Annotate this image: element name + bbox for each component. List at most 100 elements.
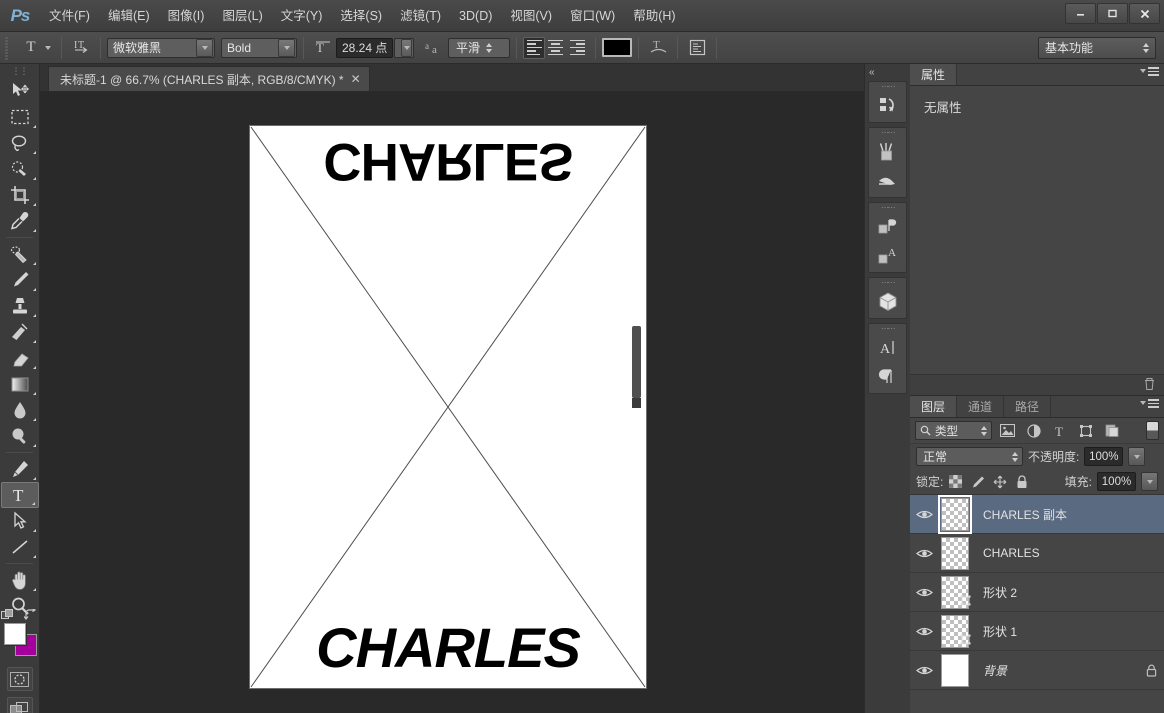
chevron-down-icon[interactable] bbox=[401, 38, 412, 57]
menu-3d[interactable]: 3D(D) bbox=[450, 0, 501, 32]
font-family-select[interactable]: 微软雅黑 bbox=[107, 37, 215, 58]
blend-mode-select[interactable]: 正常 bbox=[916, 447, 1023, 466]
lock-image-pixels-button[interactable] bbox=[970, 474, 985, 489]
foreground-color-swatch[interactable] bbox=[3, 623, 26, 645]
opacity-dropdown[interactable] bbox=[1128, 447, 1146, 466]
filter-adjustment-layers-button[interactable] bbox=[1023, 421, 1044, 441]
spot-healing-brush-tool[interactable] bbox=[1, 241, 39, 267]
menu-select[interactable]: 选择(S) bbox=[331, 0, 391, 32]
layer-comps-icon[interactable] bbox=[870, 212, 906, 241]
filter-shape-layers-button[interactable] bbox=[1075, 421, 1096, 441]
filter-smart-objects-button[interactable] bbox=[1101, 421, 1122, 441]
layer-row[interactable]: 背景 bbox=[910, 651, 1164, 690]
opacity-input[interactable]: 100% bbox=[1084, 447, 1124, 466]
screen-mode-button[interactable] bbox=[6, 697, 33, 713]
warp-text-button[interactable]: T bbox=[645, 36, 671, 60]
options-bar-grip[interactable] bbox=[2, 35, 11, 60]
maximize-button[interactable] bbox=[1097, 3, 1128, 24]
layer-thumbnail-wrap[interactable] bbox=[936, 653, 974, 687]
layer-thumbnail-wrap[interactable] bbox=[936, 494, 974, 534]
layer-visibility-toggle[interactable] bbox=[912, 665, 936, 676]
align-right-button[interactable] bbox=[567, 37, 589, 59]
chevron-down-icon[interactable] bbox=[196, 38, 213, 57]
tab-paths[interactable]: 路径 bbox=[1004, 396, 1052, 417]
layer-name[interactable]: 形状 2 bbox=[974, 584, 1164, 601]
artboard[interactable]: CHARLES CHARLES bbox=[250, 126, 646, 688]
horizontal-type-tool[interactable]: T bbox=[0, 482, 39, 508]
font-size-dropdown[interactable] bbox=[394, 37, 414, 58]
lasso-tool[interactable] bbox=[1, 130, 39, 156]
blur-tool[interactable] bbox=[1, 397, 39, 423]
menu-view[interactable]: 视图(V) bbox=[501, 0, 561, 32]
delete-icon[interactable] bbox=[1143, 377, 1156, 394]
chevron-down-icon[interactable] bbox=[278, 38, 295, 57]
menu-window[interactable]: 窗口(W) bbox=[561, 0, 624, 32]
tool-preset-picker[interactable]: T bbox=[15, 36, 55, 60]
eraser-tool[interactable] bbox=[1, 345, 39, 371]
layer-name[interactable]: 背景 bbox=[974, 662, 1138, 679]
eyedropper-tool[interactable] bbox=[1, 208, 39, 234]
paragraph-panel-icon[interactable] bbox=[870, 362, 906, 391]
rectangular-marquee-tool[interactable] bbox=[1, 104, 39, 130]
menu-file[interactable]: 文件(F) bbox=[40, 0, 99, 32]
swap-colors-icon[interactable] bbox=[23, 607, 37, 624]
layer-filter-type-select[interactable]: 类型 bbox=[915, 421, 992, 440]
dock-grip[interactable]: ⋯⋯ bbox=[869, 324, 906, 333]
stepper-arrows[interactable] bbox=[981, 425, 987, 436]
expand-panels-button[interactable]: « bbox=[865, 64, 910, 81]
brush-tool[interactable] bbox=[1, 267, 39, 293]
text-color-swatch[interactable] bbox=[602, 38, 632, 57]
dock-grip[interactable]: ⋯⋯ bbox=[869, 82, 906, 91]
line-tool[interactable] bbox=[1, 534, 39, 560]
layer-visibility-toggle[interactable] bbox=[912, 548, 936, 559]
menu-image[interactable]: 图像(I) bbox=[159, 0, 214, 32]
fill-input[interactable]: 100% bbox=[1097, 472, 1136, 491]
tab-properties[interactable]: 属性 bbox=[910, 64, 958, 85]
move-tool[interactable] bbox=[1, 78, 39, 104]
toggle-text-orientation-button[interactable]: I T bbox=[68, 36, 94, 60]
3d-icon[interactable] bbox=[870, 287, 906, 316]
document-tab[interactable]: 未标题-1 @ 66.7% (CHARLES 副本, RGB/8/CMYK) *… bbox=[48, 66, 370, 91]
dodge-tool[interactable] bbox=[1, 423, 39, 449]
close-icon[interactable]: ✕ bbox=[351, 73, 361, 85]
path-selection-tool[interactable] bbox=[1, 508, 39, 534]
history-icon[interactable] bbox=[870, 91, 906, 120]
canvas-scrollbar[interactable] bbox=[632, 326, 641, 398]
clone-stamp-tool[interactable] bbox=[1, 293, 39, 319]
pen-tool[interactable] bbox=[1, 456, 39, 482]
menu-layer[interactable]: 图层(L) bbox=[213, 0, 271, 32]
layer-thumbnail-wrap[interactable] bbox=[936, 575, 974, 609]
text-layer-charles-copy[interactable]: CHARLES bbox=[250, 131, 646, 192]
layer-row[interactable]: 形状 2 bbox=[910, 573, 1164, 612]
quick-selection-tool[interactable] bbox=[1, 156, 39, 182]
stepper-arrows[interactable] bbox=[1143, 42, 1149, 53]
layer-name[interactable]: CHARLES 副本 bbox=[974, 506, 1164, 523]
brush-presets-icon[interactable] bbox=[870, 137, 906, 166]
align-left-button[interactable] bbox=[523, 36, 545, 59]
chevron-down-icon[interactable] bbox=[45, 45, 51, 50]
canvas-area[interactable]: CHARLES CHARLES bbox=[40, 92, 864, 713]
lock-position-button[interactable] bbox=[992, 474, 1007, 489]
menu-help[interactable]: 帮助(H) bbox=[624, 0, 684, 32]
properties-panel-menu-button[interactable] bbox=[1140, 67, 1159, 76]
layers-panel-menu-button[interactable] bbox=[1140, 399, 1159, 408]
text-layer-charles[interactable]: CHARLES bbox=[250, 615, 646, 680]
lock-transparent-pixels-button[interactable] bbox=[948, 474, 963, 489]
menu-filter[interactable]: 滤镜(T) bbox=[391, 0, 450, 32]
dock-grip[interactable]: ⋯⋯ bbox=[869, 278, 906, 287]
layer-visibility-toggle[interactable] bbox=[912, 509, 936, 520]
layer-row[interactable]: 形状 1 bbox=[910, 612, 1164, 651]
filter-enable-toggle[interactable] bbox=[1146, 421, 1159, 440]
crop-tool[interactable] bbox=[1, 182, 39, 208]
workspace-select[interactable]: 基本功能 bbox=[1038, 36, 1156, 59]
gradient-tool[interactable] bbox=[1, 371, 39, 397]
layer-thumbnail-wrap[interactable] bbox=[936, 536, 974, 570]
layer-visibility-toggle[interactable] bbox=[912, 587, 936, 598]
stepper-arrows[interactable] bbox=[486, 42, 493, 53]
tab-layers[interactable]: 图层 bbox=[910, 396, 958, 417]
history-brush-tool[interactable] bbox=[1, 319, 39, 345]
layer-row[interactable]: CHARLES bbox=[910, 534, 1164, 573]
align-center-button[interactable] bbox=[545, 37, 567, 59]
font-size-input[interactable]: 28.24 点 bbox=[336, 37, 393, 58]
character-paragraph-panel-button[interactable] bbox=[684, 36, 710, 60]
